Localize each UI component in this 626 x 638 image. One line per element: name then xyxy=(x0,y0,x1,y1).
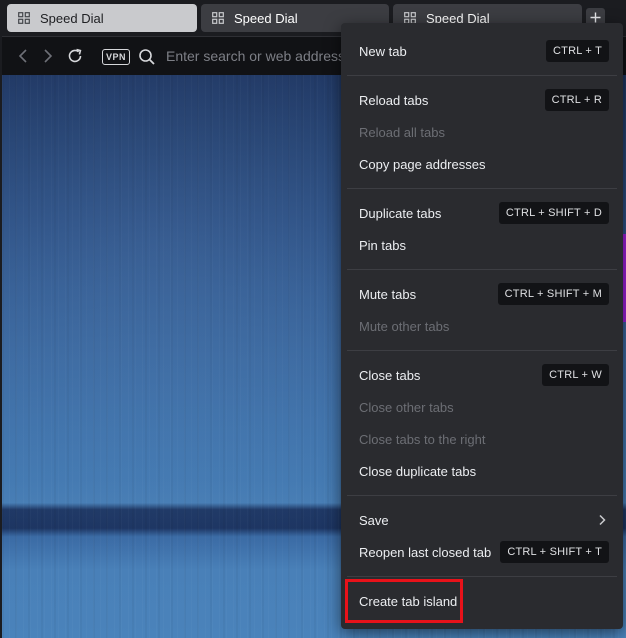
menu-item-close-other-tabs: Close other tabs xyxy=(347,391,617,423)
menu-separator xyxy=(347,350,617,351)
chevron-right-icon xyxy=(44,49,53,63)
menu-item-label: Reload tabs xyxy=(359,92,429,108)
menu-separator xyxy=(347,188,617,189)
menu-item-create-tab-island[interactable]: Create tab island xyxy=(347,585,617,617)
menu-separator xyxy=(347,495,617,496)
menu-item-close-duplicate-tabs[interactable]: Close duplicate tabs xyxy=(347,455,617,487)
address-input[interactable] xyxy=(166,45,346,67)
menu-item-mute-tabs[interactable]: Mute tabs CTRL + SHIFT + M xyxy=(347,278,617,310)
tab-title: Speed Dial xyxy=(40,10,104,26)
menu-item-label: Mute tabs xyxy=(359,286,417,302)
menu-item-label: Duplicate tabs xyxy=(359,205,442,221)
shortcut-badge: CTRL + SHIFT + T xyxy=(500,541,609,563)
menu-item-label: Close other tabs xyxy=(359,399,454,415)
tab-context-menu: New tab CTRL + T Reload tabs CTRL + R Re… xyxy=(341,23,623,629)
menu-item-label: Close tabs to the right xyxy=(359,431,486,447)
shortcut-badge: CTRL + SHIFT + M xyxy=(497,283,609,305)
vpn-badge[interactable]: VPN xyxy=(102,49,131,65)
menu-item-label: New tab xyxy=(359,43,407,59)
grid-icon xyxy=(18,12,30,24)
grid-icon xyxy=(212,12,224,24)
menu-item-label: Reopen last closed tab xyxy=(359,544,492,560)
search-icon xyxy=(139,49,155,65)
menu-item-label: Mute other tabs xyxy=(359,318,450,334)
chevron-right-icon xyxy=(599,514,606,526)
menu-item-close-tabs[interactable]: Close tabs CTRL + W xyxy=(347,359,617,391)
menu-item-reopen-last-closed-tab[interactable]: Reopen last closed tab CTRL + SHIFT + T xyxy=(347,536,617,568)
tab-speed-dial-1[interactable]: Speed Dial xyxy=(7,4,197,32)
menu-item-label: Close duplicate tabs xyxy=(359,463,477,479)
tab-title: Speed Dial xyxy=(234,10,298,26)
menu-item-label: Pin tabs xyxy=(359,237,406,253)
menu-item-label: Reload all tabs xyxy=(359,124,445,140)
menu-item-label: Save xyxy=(359,512,389,528)
menu-separator xyxy=(347,75,617,76)
menu-item-close-tabs-right: Close tabs to the right xyxy=(347,423,617,455)
menu-item-pin-tabs[interactable]: Pin tabs xyxy=(347,229,617,261)
menu-separator xyxy=(347,269,617,270)
menu-item-reload-tabs[interactable]: Reload tabs CTRL + R xyxy=(347,84,617,116)
chevron-left-icon xyxy=(18,49,27,63)
shortcut-badge: CTRL + SHIFT + D xyxy=(498,202,609,224)
menu-item-duplicate-tabs[interactable]: Duplicate tabs CTRL + SHIFT + D xyxy=(347,197,617,229)
back-button[interactable] xyxy=(14,47,32,65)
menu-item-label: Copy page addresses xyxy=(359,156,486,172)
forward-button[interactable] xyxy=(39,47,57,65)
browser-window: Speed Dial Speed Dial Speed Dial VPN Ent… xyxy=(0,0,626,638)
plus-icon xyxy=(590,12,601,23)
reload-button[interactable] xyxy=(66,47,84,65)
menu-item-mute-other-tabs: Mute other tabs xyxy=(347,310,617,342)
shortcut-badge: CTRL + R xyxy=(544,89,609,111)
menu-item-save[interactable]: Save xyxy=(347,504,617,536)
menu-item-label: Create tab island xyxy=(359,593,458,609)
menu-item-copy-page-addresses[interactable]: Copy page addresses xyxy=(347,148,617,180)
menu-item-label: Close tabs xyxy=(359,367,421,383)
menu-separator xyxy=(347,576,617,577)
shortcut-badge: CTRL + W xyxy=(542,364,609,386)
reload-icon xyxy=(68,48,82,63)
shortcut-badge: CTRL + T xyxy=(546,40,609,62)
menu-item-new-tab[interactable]: New tab CTRL + T xyxy=(347,35,617,67)
menu-item-reload-all-tabs: Reload all tabs xyxy=(347,116,617,148)
